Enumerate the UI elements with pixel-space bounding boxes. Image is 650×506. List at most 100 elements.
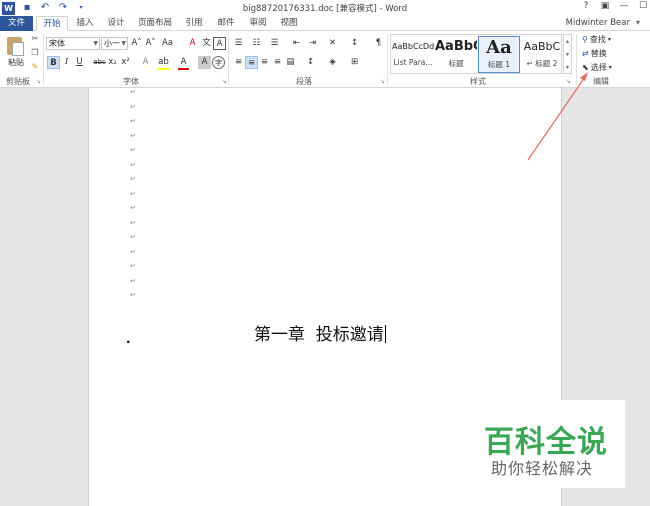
font-color-bar <box>178 68 189 70</box>
shading-icon[interactable]: ◈ <box>326 56 339 69</box>
highlight-color-bar <box>158 68 169 70</box>
paragraph-mark: ↵ <box>130 233 136 241</box>
style-list-paragraph[interactable]: AaBbCcDd List Para... <box>392 36 434 73</box>
font-size-value: 小一 <box>104 39 120 48</box>
replace-button[interactable]: ⇄ 替换 <box>582 48 607 59</box>
chevron-down-icon: ▾ <box>607 36 611 43</box>
style-heading-2[interactable]: AaBbC ↵ 标题 2 <box>521 36 563 73</box>
paragraph-mark: ↵ <box>130 161 136 169</box>
user-caret-icon[interactable]: ▾ <box>636 18 640 27</box>
clear-formatting-button[interactable]: A <box>186 37 199 50</box>
paste-button[interactable] <box>6 35 26 57</box>
separator <box>576 34 577 85</box>
shrink-font-button[interactable]: A˅ <box>144 37 157 50</box>
enclose-characters-button[interactable]: 字 <box>212 56 225 69</box>
font-name-combo[interactable]: 宋体 ▼ <box>46 37 100 50</box>
paragraph-mark: ↵ <box>130 291 136 299</box>
paste-label[interactable]: 粘贴 <box>8 57 24 68</box>
replace-label: 替换 <box>590 49 607 58</box>
character-border-button[interactable]: A <box>213 37 226 50</box>
sort-icon[interactable]: ↕ <box>348 37 361 50</box>
paragraph-mark: ↵ <box>130 190 136 198</box>
font-launcher-icon[interactable]: ↘ <box>222 78 227 85</box>
style-sample: AaBbC <box>523 40 561 53</box>
style-heading-1[interactable]: Aa 标题 1 <box>478 36 520 73</box>
underline-button[interactable]: U <box>73 56 86 69</box>
styles-launcher-icon[interactable]: ↘ <box>566 78 571 85</box>
tab-review[interactable]: 审阅 <box>245 16 271 31</box>
style-name: 标题 1 <box>487 60 511 69</box>
tab-mailings[interactable]: 邮件 <box>213 16 239 31</box>
chinese-layout-icon[interactable]: ✕ <box>326 37 339 50</box>
font-name-value: 宋体 <box>49 39 65 48</box>
increase-indent-icon[interactable]: ⇥ <box>306 37 319 50</box>
paragraph-group-label: 段落 <box>296 77 312 86</box>
bold-button[interactable]: B <box>47 56 60 69</box>
styles-scroll[interactable]: ▴ ▾ ▾ <box>563 34 572 74</box>
window-title: big88720176331.doc [兼容模式] - Word <box>242 4 408 14</box>
paragraph-mark: ↵ <box>130 248 136 256</box>
separator <box>228 34 229 85</box>
tab-view[interactable]: 视图 <box>276 16 302 31</box>
style-title[interactable]: AaBbC 标题 <box>435 36 477 73</box>
ribbon: 粘贴 ✂ ❐ ✎ 剪贴板 ↘ 宋体 ▼ 小一 ▼ A˄ A˅ Aa A 文 A … <box>0 31 650 88</box>
tab-file[interactable]: 文件 <box>0 16 33 31</box>
copy-icon[interactable]: ❐ <box>30 48 40 57</box>
justify-icon[interactable]: ≡ <box>271 56 284 69</box>
paragraph-launcher-icon[interactable]: ↘ <box>380 78 385 85</box>
change-case-button[interactable]: Aa <box>161 37 174 50</box>
paragraph-mark: ↵ <box>130 88 136 96</box>
align-center-icon[interactable]: ≡ <box>245 56 258 69</box>
subscript-button[interactable]: x₂ <box>106 56 119 69</box>
tab-references[interactable]: 引用 <box>181 16 207 31</box>
bullets-icon[interactable]: ☰ <box>232 37 245 50</box>
minimize-button[interactable]: — <box>619 1 629 11</box>
paragraph-mark: ↵ <box>130 175 136 183</box>
style-sample: AaBbCcDd <box>392 42 434 51</box>
grow-font-button[interactable]: A˄ <box>130 37 143 50</box>
paragraph-mark: ↵ <box>130 146 136 154</box>
find-button[interactable]: ⚲ 查找 ▾ <box>582 34 611 45</box>
chapter-heading[interactable]: 第一章 投标邀请 <box>254 320 386 345</box>
cut-icon[interactable]: ✂ <box>30 34 40 43</box>
tab-design[interactable]: 设计 <box>103 16 129 31</box>
chevron-down-icon: ▼ <box>93 40 98 47</box>
find-label: 查找 <box>589 35 606 44</box>
character-shading-button[interactable]: A <box>198 56 211 69</box>
styles-group-label: 样式 <box>470 77 486 86</box>
binoculars-icon: ⚲ <box>582 35 588 44</box>
help-button[interactable]: ? <box>581 1 591 11</box>
font-group-label: 字体 <box>123 77 139 86</box>
align-left-icon[interactable]: ≡ <box>232 56 245 69</box>
distributed-icon[interactable]: ▤ <box>284 56 297 69</box>
strikethrough-button[interactable]: abc <box>93 56 106 69</box>
chapter-heading-text: 第一章 投标邀请 <box>254 325 384 345</box>
text-effects-button[interactable]: A <box>139 56 152 69</box>
select-button[interactable]: ⬉ 选择 ▾ <box>582 62 612 73</box>
user-name[interactable]: Midwinter Bear <box>566 18 630 28</box>
align-right-icon[interactable]: ≡ <box>258 56 271 69</box>
italic-button[interactable]: I <box>60 56 73 69</box>
numbering-icon[interactable]: ☷ <box>250 37 263 50</box>
font-size-combo[interactable]: 小一 ▼ <box>101 37 128 50</box>
show-marks-icon[interactable]: ¶ <box>372 37 385 50</box>
line-spacing-icon[interactable]: ↕ <box>304 56 317 69</box>
tab-layout[interactable]: 页面布局 <box>136 16 174 31</box>
clipboard-launcher-icon[interactable]: ↘ <box>36 78 41 85</box>
superscript-button[interactable]: x² <box>119 56 132 69</box>
phonetic-guide-button[interactable]: 文 <box>200 37 213 50</box>
styles-gallery: AaBbCcDd List Para... AaBbC 标题 Aa 标题 1 A… <box>390 34 562 74</box>
decrease-indent-icon[interactable]: ⇤ <box>290 37 303 50</box>
maximize-button[interactable]: ☐ <box>638 1 648 11</box>
format-painter-icon[interactable]: ✎ <box>30 62 40 71</box>
multilevel-list-icon[interactable]: ☰ <box>268 37 281 50</box>
borders-icon[interactable]: ⊞ <box>348 56 361 69</box>
clipboard-group-label: 剪贴板 <box>6 77 30 86</box>
paragraph-mark: ↵ <box>130 262 136 270</box>
paragraph-mark: ↵ <box>130 117 136 125</box>
tab-insert[interactable]: 插入 <box>72 16 98 31</box>
select-label: 选择 <box>590 63 607 72</box>
tab-home[interactable]: 开始 <box>36 16 68 31</box>
ribbon-display-options-button[interactable]: ▣ <box>600 1 610 11</box>
paragraph-mark: ↵ <box>130 103 136 111</box>
